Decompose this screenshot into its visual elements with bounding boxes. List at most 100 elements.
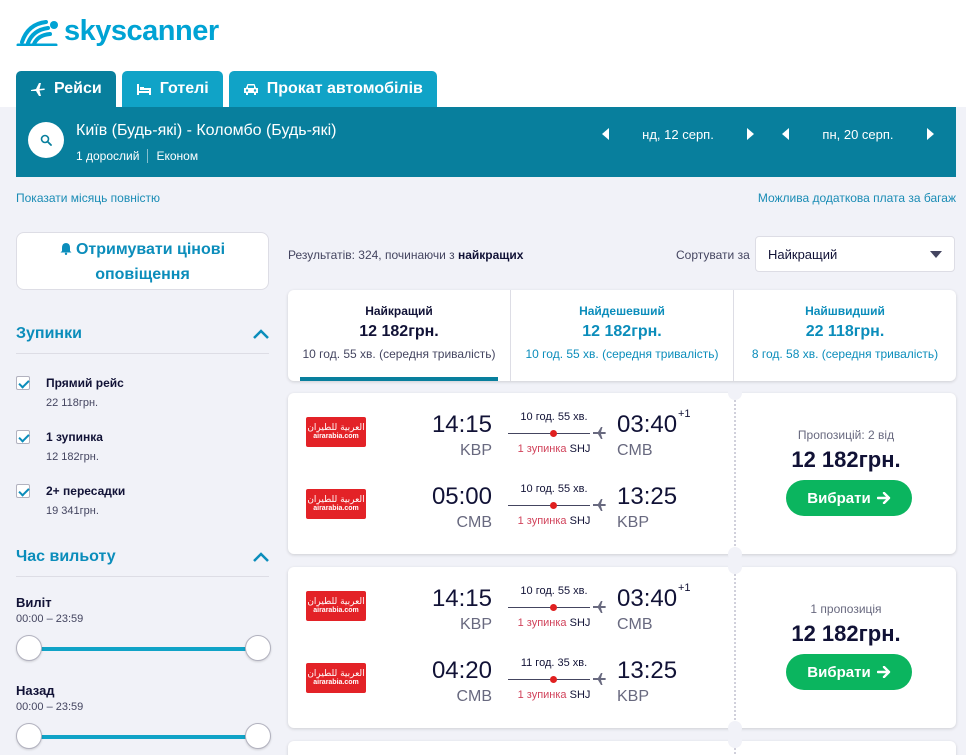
sort-tab-title: Найдешевший [579, 304, 665, 318]
sort-tab-title: Найшвидший [805, 304, 885, 318]
stop-dot [550, 430, 557, 437]
route-line [508, 604, 590, 611]
chevron-up-icon [253, 552, 269, 562]
product-tabs: Рейси Готелі Прокат автомобілів [16, 71, 437, 107]
select-button[interactable]: Вибрати [786, 480, 912, 516]
card-notch [728, 386, 742, 400]
itinerary-card[interactable]: العربية للطيران airarabia.com 14:15 KBP 1… [288, 386, 956, 561]
route-text[interactable]: Київ (Будь-які) - Коломбо (Будь-які) [76, 122, 336, 140]
return-time-slider[interactable] [16, 723, 271, 751]
slider-handle-max[interactable] [245, 723, 271, 749]
stops-filter-header[interactable]: Зупинки [16, 325, 269, 354]
select-button-label: Вибрати [807, 489, 871, 507]
flight-duration: 11 год. 35 хв. [520, 657, 588, 669]
route-line [508, 502, 590, 509]
plane-icon [593, 673, 606, 685]
offers-count: Пропозицій: 2 від [797, 428, 895, 442]
chevron-right-icon [927, 128, 934, 140]
checkbox[interactable] [16, 484, 30, 498]
price-alert-button[interactable]: Отримувати цінові оповіщення [16, 232, 269, 290]
select-button[interactable]: Вибрати [786, 654, 912, 690]
bell-icon [60, 243, 72, 255]
return-date[interactable]: пн, 20 серп. [796, 127, 920, 142]
show-full-month-link[interactable]: Показати місяць повністю [16, 191, 160, 205]
skyscanner-logo-icon [16, 20, 58, 46]
sort-tab-duration: 8 год. 58 хв. (середня тривалість) [751, 347, 939, 361]
sort-tab-price: 22 118грн. [805, 323, 885, 340]
chevron-down-icon [930, 250, 942, 258]
cabin-class: Економ [156, 149, 199, 163]
card-notch [728, 734, 742, 748]
stops-info: 1 зупинка SHJ [517, 617, 591, 629]
sort-selected-value: Найкращий [768, 246, 838, 262]
sort-label: Сортувати за [676, 248, 750, 262]
departure-time: 04:20 [431, 657, 492, 684]
tab-car-hire-label: Прокат автомобілів [266, 80, 423, 97]
departure-time-filter-header[interactable]: Час вильоту [16, 548, 269, 577]
return-prev-button[interactable] [776, 124, 796, 144]
card-divider [734, 567, 736, 728]
slider-track [28, 647, 259, 651]
return-leg: العربية للطيران airarabia.com 04:20 CMB 1… [288, 649, 734, 709]
passengers-count: 1 дорослий [76, 149, 140, 163]
baggage-fee-link[interactable]: Можлива додаткова плата за багаж [758, 191, 956, 205]
sort-tab-best[interactable]: Найкращий 12 182грн. 10 год. 55 хв. (сер… [288, 290, 510, 381]
card-price: 12 182грн. [791, 621, 901, 646]
stop-label: 2+ пересадки [46, 484, 126, 498]
itinerary-card[interactable]: العربية للطيران airarabia.com 14:15 KBP 1… [288, 560, 956, 735]
sort-tab-fastest[interactable]: Найшвидший 22 118грн. 8 год. 58 хв. (сер… [733, 290, 956, 381]
sort-tab-duration: 10 год. 55 хв. (середня тривалість) [302, 347, 496, 361]
airline-logo: العربية للطيران airarabia.com [306, 663, 366, 693]
arrival-time: 03:40 [617, 411, 678, 438]
airline-logo: العربية للطيران airarabia.com [306, 591, 366, 621]
price-alert-label-1: Отримувати цінові [75, 241, 226, 258]
slider-handle-max[interactable] [245, 635, 271, 661]
tab-flights[interactable]: Рейси [16, 71, 116, 107]
plane-icon [593, 427, 606, 439]
search-button[interactable] [28, 122, 64, 158]
depart-prev-button[interactable] [596, 124, 616, 144]
slider-handle-min[interactable] [16, 635, 42, 661]
stop-label: Прямий рейс [46, 376, 124, 390]
next-day-indicator: +1 [678, 408, 691, 420]
next-day-indicator: +1 [678, 582, 691, 594]
return-next-button[interactable] [920, 124, 940, 144]
tab-hotels[interactable]: Готелі [121, 71, 223, 107]
departure-airport: KBP [459, 616, 492, 633]
slider-handle-min[interactable] [16, 723, 42, 749]
depart-next-button[interactable] [740, 124, 760, 144]
outbound-leg: العربية للطيران airarabia.com 14:15 KBP 1… [288, 577, 734, 637]
outbound-leg: العربية للطيران airarabia.com 14:15 KBP 1… [288, 403, 734, 463]
checkbox[interactable] [16, 430, 30, 444]
checkbox[interactable] [16, 376, 30, 390]
route-line [508, 430, 590, 437]
plane-icon [593, 499, 606, 511]
stop-dot [550, 604, 557, 611]
outbound-time-slider[interactable] [16, 635, 271, 663]
depart-date[interactable]: нд, 12 серп. [616, 127, 740, 142]
skyscanner-logo[interactable]: skyscanner [16, 14, 219, 48]
card-divider [734, 393, 736, 554]
outbound-time-range: 00:00 – 23:59 [16, 613, 84, 625]
offers-count: 1 пропозиція [810, 602, 882, 616]
departure-time-title: Час вильоту [16, 548, 116, 565]
stops-filter-title: Зупинки [16, 325, 82, 342]
route-line [508, 676, 590, 683]
sort-tab-title: Найкращий [365, 304, 433, 318]
arrival-time: 13:25 [617, 657, 678, 684]
passenger-info[interactable]: 1 дорослий Економ [76, 149, 198, 163]
itinerary-card[interactable] [288, 734, 956, 755]
car-icon [243, 84, 258, 95]
bed-icon [136, 84, 151, 95]
sort-select[interactable]: Найкращий [755, 236, 955, 272]
arrival-airport: KBP [617, 514, 650, 531]
top-bar: skyscanner Рейси Готелі Прокат автомобіл… [0, 0, 966, 107]
arrow-right-icon [876, 492, 890, 504]
sort-tab-cheapest[interactable]: Найдешевший 12 182грн. 10 год. 55 хв. (с… [510, 290, 733, 381]
tab-car-hire[interactable]: Прокат автомобілів [228, 71, 437, 107]
return-date-picker: пн, 20 серп. [776, 124, 940, 144]
arrival-time: 13:25 [617, 483, 678, 510]
chevron-up-icon [253, 329, 269, 339]
flight-duration: 10 год. 55 хв. [520, 585, 588, 597]
slider-track [28, 735, 259, 739]
